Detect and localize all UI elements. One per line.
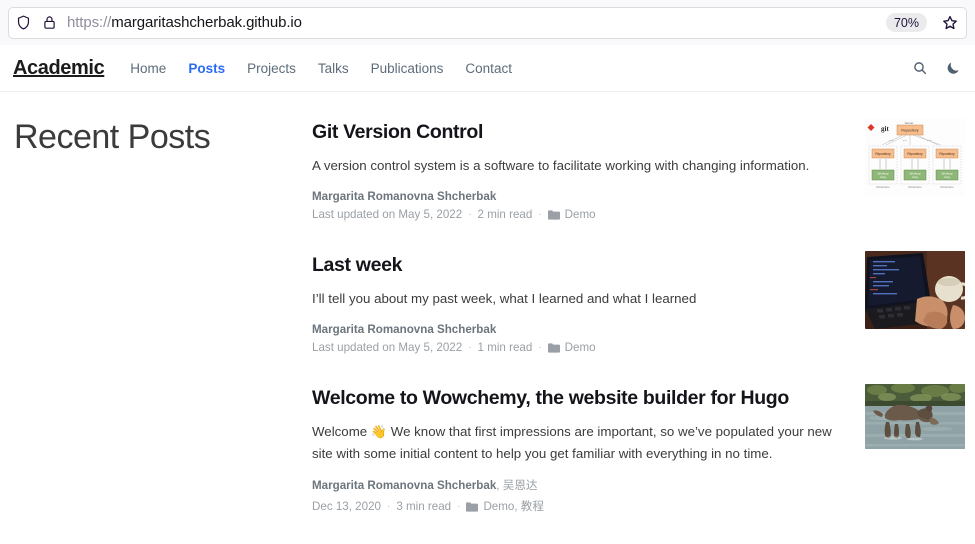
post-list: Git Version Control A version control sy… bbox=[312, 118, 975, 544]
page-content: Recent Posts Git Version Control A versi… bbox=[0, 92, 975, 544]
list-item[interactable]: Last week I’ll tell you about my past we… bbox=[312, 250, 965, 354]
author-name[interactable]: Margarita Romanovna Shcherbak bbox=[312, 323, 496, 336]
nav-link-publications[interactable]: Publications bbox=[371, 61, 444, 76]
waving-hand-icon: 👋 bbox=[370, 424, 388, 440]
post-categories[interactable]: Demo bbox=[565, 208, 596, 221]
url-text[interactable]: https://margaritashcherbak.github.io bbox=[67, 14, 877, 31]
folder-icon bbox=[547, 210, 560, 221]
nav-link-talks[interactable]: Talks bbox=[318, 61, 349, 76]
post-date: Last updated on May 5, 2022 bbox=[312, 340, 463, 354]
post-thumbnail[interactable] bbox=[865, 250, 965, 329]
svg-text:git: git bbox=[881, 125, 889, 133]
svg-text:Repository: Repository bbox=[907, 152, 923, 156]
post-title[interactable]: Welcome to Wowchemy, the website builder… bbox=[312, 384, 847, 412]
svg-text:Repository: Repository bbox=[939, 152, 955, 156]
nav-link-home[interactable]: Home bbox=[130, 61, 166, 76]
nav-tools bbox=[912, 60, 961, 76]
svg-text:copy: copy bbox=[912, 175, 919, 179]
address-bar[interactable]: https://margaritashcherbak.github.io 70% bbox=[8, 6, 967, 39]
folder-icon bbox=[466, 502, 479, 513]
post-body: Git Version Control A version control sy… bbox=[312, 118, 865, 221]
post-read-time: 2 min read bbox=[477, 207, 533, 221]
post-authors: Margarita Romanovna Shcherbak, 吴恩达 bbox=[312, 477, 847, 493]
page-title-column: Recent Posts bbox=[0, 118, 312, 544]
post-body: Welcome to Wowchemy, the website builder… bbox=[312, 384, 865, 515]
post-summary: A version control system is a software t… bbox=[312, 158, 810, 174]
nav-link-contact[interactable]: Contact bbox=[465, 61, 512, 76]
dog-in-river-photo bbox=[865, 383, 965, 449]
svg-text:Workstation: Workstation bbox=[908, 185, 922, 189]
svg-text:copy: copy bbox=[944, 175, 951, 179]
folder-icon bbox=[547, 343, 560, 353]
nav-link-posts[interactable]: Posts bbox=[188, 61, 225, 76]
svg-text:push: push bbox=[889, 140, 895, 142]
post-read-time: 3 min read bbox=[396, 499, 452, 513]
svg-text:Workstation: Workstation bbox=[876, 185, 890, 189]
post-meta: Dec 13, 2020 · 3 min read · Demo, 教程 bbox=[312, 498, 847, 514]
site-navbar: Academic Home Posts Projects Talks Publi… bbox=[0, 45, 975, 92]
moon-icon[interactable] bbox=[945, 60, 961, 76]
bookmark-star-icon[interactable] bbox=[940, 13, 960, 33]
nav-links: Home Posts Projects Talks Publications C… bbox=[130, 61, 912, 76]
post-body: Last week I’ll tell you about my past we… bbox=[312, 251, 865, 354]
browser-toolbar: https://margaritashcherbak.github.io 70% bbox=[0, 0, 975, 45]
post-date: Dec 13, 2020 bbox=[312, 499, 381, 513]
svg-text:copy: copy bbox=[880, 175, 887, 179]
svg-text:push: push bbox=[927, 140, 933, 142]
meta-separator: · bbox=[538, 208, 542, 220]
post-meta: Last updated on May 5, 2022 · 1 min read… bbox=[312, 341, 847, 354]
summary-text-before: Welcome bbox=[312, 424, 371, 440]
svg-text:Workstation: Workstation bbox=[940, 185, 954, 189]
meta-separator: · bbox=[538, 341, 542, 353]
author-name[interactable]: Margarita Romanovna Shcherbak bbox=[312, 479, 496, 492]
summary-text-after: We know that first impressions are impor… bbox=[312, 424, 832, 461]
svg-text:Repository: Repository bbox=[901, 129, 918, 133]
post-thumbnail[interactable] bbox=[865, 383, 965, 449]
post-thumbnail[interactable]: git Server Repository push pull push Rep… bbox=[865, 118, 965, 196]
svg-text:Server: Server bbox=[905, 121, 914, 125]
post-meta: Last updated on May 5, 2022 · 2 min read… bbox=[312, 208, 847, 221]
page-title: Recent Posts bbox=[14, 118, 211, 156]
meta-separator: · bbox=[468, 341, 472, 353]
lock-icon[interactable] bbox=[41, 14, 58, 31]
meta-separator: · bbox=[457, 500, 461, 512]
post-read-time: 1 min read bbox=[477, 340, 533, 354]
meta-separator: · bbox=[386, 500, 391, 512]
nav-link-projects[interactable]: Projects bbox=[247, 61, 296, 76]
url-scheme: https:// bbox=[67, 14, 112, 31]
zoom-level-badge[interactable]: 70% bbox=[885, 13, 927, 32]
url-host: margaritashcherbak.github.io bbox=[111, 14, 302, 31]
post-categories[interactable]: Demo, 教程 bbox=[483, 498, 544, 514]
post-authors: Margarita Romanovna Shcherbak bbox=[312, 323, 847, 336]
author-name-secondary[interactable]: 吴恩达 bbox=[503, 479, 538, 492]
site-brand[interactable]: Academic bbox=[13, 57, 105, 80]
post-summary: I’ll tell you about my past week, what I… bbox=[312, 291, 697, 307]
git-workflow-diagram: git Server Repository push pull push Rep… bbox=[865, 118, 965, 196]
list-item[interactable]: Welcome to Wowchemy, the website builder… bbox=[312, 383, 965, 515]
post-title[interactable]: Last week bbox=[312, 251, 847, 279]
svg-text:pull: pull bbox=[903, 140, 907, 142]
search-icon[interactable] bbox=[912, 60, 928, 76]
post-date: Last updated on May 5, 2022 bbox=[312, 207, 463, 221]
post-summary: Welcome 👋 We know that first impressions… bbox=[312, 421, 847, 464]
author-name[interactable]: Margarita Romanovna Shcherbak bbox=[312, 190, 496, 203]
svg-text:Repository: Repository bbox=[875, 152, 891, 156]
laptop-typing-photo bbox=[865, 250, 965, 329]
list-item[interactable]: Git Version Control A version control sy… bbox=[312, 118, 965, 221]
post-title[interactable]: Git Version Control bbox=[312, 118, 847, 146]
shield-icon[interactable] bbox=[15, 14, 32, 31]
meta-separator: · bbox=[468, 208, 472, 220]
post-authors: Margarita Romanovna Shcherbak bbox=[312, 190, 847, 203]
post-categories[interactable]: Demo bbox=[565, 341, 596, 354]
